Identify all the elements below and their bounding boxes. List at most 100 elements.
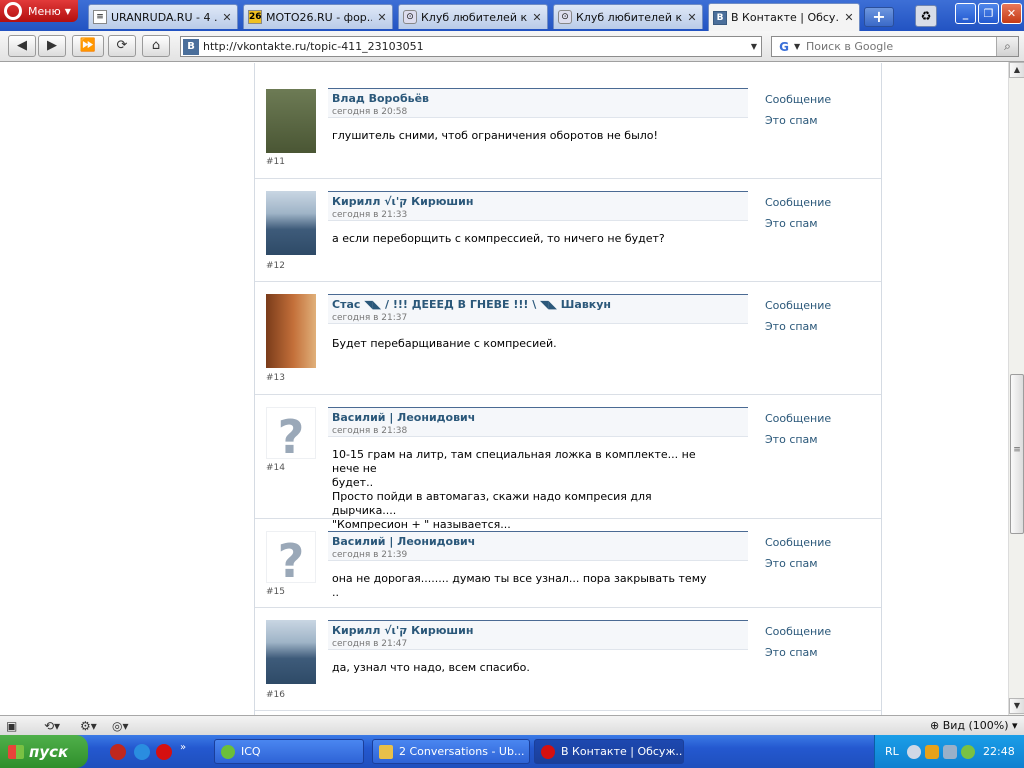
scroll-up-arrow[interactable]: ▲ xyxy=(1009,62,1024,78)
avatar[interactable] xyxy=(266,191,316,255)
language-indicator[interactable]: RL xyxy=(885,745,899,758)
post-header: Кирилл √ι'ק Кирюшин сегодня в 21:33 xyxy=(328,191,748,221)
search-box[interactable]: G ▼ ⌕ xyxy=(771,36,1019,57)
opera-menu-button[interactable]: Меню ▼ xyxy=(0,0,78,22)
spam-link[interactable]: Это спам xyxy=(765,320,818,333)
close-icon[interactable]: ✕ xyxy=(843,11,855,24)
fast-forward-button[interactable]: ⏩ xyxy=(72,35,104,57)
menu-label: Меню xyxy=(28,4,61,18)
avatar[interactable] xyxy=(266,294,316,368)
network-icon[interactable] xyxy=(943,745,957,759)
author-link[interactable]: Василий | Леонидович xyxy=(332,535,748,548)
unite-icon[interactable]: ⚙▾ xyxy=(80,718,97,734)
reload-button[interactable]: ⟳ xyxy=(108,35,136,57)
tab-title: Клуб любителей к... xyxy=(576,10,682,24)
task-icq[interactable]: ICQ xyxy=(214,739,364,764)
tab-title: В Контакте | Обсу... xyxy=(731,11,839,24)
post-text-line: 10-15 грам на литр, там специальная ложк… xyxy=(332,448,696,475)
address-bar[interactable]: В http://vkontakte.ru/topic-411_23103051… xyxy=(180,36,762,57)
search-input[interactable] xyxy=(806,40,996,53)
post: #11 Влад Воробьёв сегодня в 20:58 глушит… xyxy=(255,63,881,179)
author-link[interactable]: Стас ◥◣ / !!! ДЕЕЕД В ГНЕВЕ !!! \ ◥◣ Шав… xyxy=(332,298,748,311)
tab-title: Клуб любителей к... xyxy=(421,10,527,24)
post-date: сегодня в 20:58 xyxy=(332,107,408,117)
tray-back-icon[interactable] xyxy=(907,745,921,759)
tab-club-2[interactable]: ⊙ Клуб любителей к... ✕ xyxy=(553,4,703,29)
minimize-button[interactable]: _ xyxy=(955,3,976,24)
opera-icon[interactable] xyxy=(156,744,172,760)
spam-link[interactable]: Это спам xyxy=(765,646,818,659)
avatar[interactable]: ? xyxy=(266,407,316,459)
forward-button[interactable]: ▶ xyxy=(38,35,66,57)
moto26-icon: 26 xyxy=(248,10,262,24)
avatar[interactable]: ? xyxy=(266,531,316,583)
author-link[interactable]: Влад Воробьёв xyxy=(332,92,748,105)
start-button[interactable]: пуск xyxy=(0,735,88,768)
tab-moto26[interactable]: 26 MOTO26.RU - фор... ✕ xyxy=(243,4,393,29)
windows-logo-icon xyxy=(8,744,24,759)
spam-link[interactable]: Это спам xyxy=(765,217,818,230)
tab-uranruda[interactable]: ≡ URANRUDA.RU - 4 ... ✕ xyxy=(88,4,238,29)
chevron-down-icon[interactable]: ▼ xyxy=(747,42,761,51)
address-toolbar: ◀ ▶ ⏩ ⟳ ⌂ В http://vkontakte.ru/topic-41… xyxy=(0,31,1024,62)
close-icon[interactable]: ✕ xyxy=(376,11,388,24)
ie-icon[interactable] xyxy=(134,744,150,760)
chevron-down-icon[interactable]: ▼ xyxy=(794,42,806,51)
close-icon[interactable]: ✕ xyxy=(686,11,698,24)
post-text-line: будет.. xyxy=(332,476,374,489)
zoom-icon: ⊕ xyxy=(930,719,940,732)
message-link[interactable]: Сообщение xyxy=(765,196,831,209)
author-link[interactable]: Василий | Леонидович xyxy=(332,411,748,424)
message-link[interactable]: Сообщение xyxy=(765,93,831,106)
restore-button[interactable]: ❐ xyxy=(978,3,999,24)
window-close-button[interactable]: ✕ xyxy=(1001,3,1022,24)
task-vkontakte[interactable]: В Контакте | Обсуж... xyxy=(534,739,684,764)
new-tab-button[interactable]: + xyxy=(864,7,894,27)
post-text: а если переборщить с компрессией, то нич… xyxy=(332,232,665,245)
spam-link[interactable]: Это спам xyxy=(765,114,818,127)
warning-icon[interactable] xyxy=(925,745,939,759)
post-number: #16 xyxy=(266,690,285,700)
quicklaunch-app-icon[interactable] xyxy=(110,744,126,760)
opera-logo-icon xyxy=(4,2,22,20)
club-icon: ⊙ xyxy=(558,10,572,24)
home-button[interactable]: ⌂ xyxy=(142,35,170,57)
avatar[interactable] xyxy=(266,620,316,684)
vertical-scrollbar[interactable]: ▲ ≡ ▼ xyxy=(1008,62,1024,715)
close-icon[interactable]: ✕ xyxy=(221,11,233,24)
message-link[interactable]: Сообщение xyxy=(765,536,831,549)
tab-title: MOTO26.RU - фор... xyxy=(266,10,372,24)
google-icon[interactable]: G xyxy=(774,39,794,55)
author-link[interactable]: Кирилл √ι'ק Кирюшин xyxy=(332,624,748,637)
trash-icon[interactable]: ♻ xyxy=(915,5,937,27)
tab-vkontakte[interactable]: В В Контакте | Обсу... ✕ xyxy=(708,3,860,31)
task-label: ICQ xyxy=(241,745,261,758)
message-link[interactable]: Сообщение xyxy=(765,299,831,312)
post-date: сегодня в 21:39 xyxy=(332,550,408,560)
message-link[interactable]: Сообщение xyxy=(765,625,831,638)
spam-link[interactable]: Это спам xyxy=(765,557,818,570)
tab-club-1[interactable]: ⊙ Клуб любителей к... ✕ xyxy=(398,4,548,29)
search-icon[interactable]: ⌕ xyxy=(996,37,1018,56)
author-link[interactable]: Кирилл √ι'ק Кирюшин xyxy=(332,195,748,208)
post-date: сегодня в 21:33 xyxy=(332,210,408,220)
back-button[interactable]: ◀ xyxy=(8,35,36,57)
message-link[interactable]: Сообщение xyxy=(765,412,831,425)
sync-icon[interactable]: ⟲▾ xyxy=(44,718,60,734)
icq-icon[interactable] xyxy=(961,745,975,759)
turbo-icon[interactable]: ◎▾ xyxy=(112,718,129,734)
avatar[interactable] xyxy=(266,89,316,153)
task-label: В Контакте | Обсуж... xyxy=(561,745,684,758)
spam-link[interactable]: Это спам xyxy=(765,433,818,446)
scroll-thumb[interactable]: ≡ xyxy=(1010,374,1024,534)
tab-bar: Меню ▼ ≡ URANRUDA.RU - 4 ... ✕ 26 MOTO26… xyxy=(0,0,1024,31)
panel-toggle-icon[interactable]: ▣ xyxy=(6,718,17,734)
close-icon[interactable]: ✕ xyxy=(531,11,543,24)
system-tray: RL 22:48 xyxy=(874,735,1024,768)
scroll-down-arrow[interactable]: ▼ xyxy=(1009,698,1024,714)
post-date: сегодня в 21:38 xyxy=(332,426,408,436)
url-text[interactable]: http://vkontakte.ru/topic-411_23103051 xyxy=(203,40,747,53)
zoom-control[interactable]: ⊕ Вид (100%) ▾ xyxy=(930,718,1018,734)
task-conversations[interactable]: 2 Conversations - Ub... xyxy=(372,739,530,764)
quicklaunch-more-icon[interactable]: » xyxy=(180,742,196,758)
